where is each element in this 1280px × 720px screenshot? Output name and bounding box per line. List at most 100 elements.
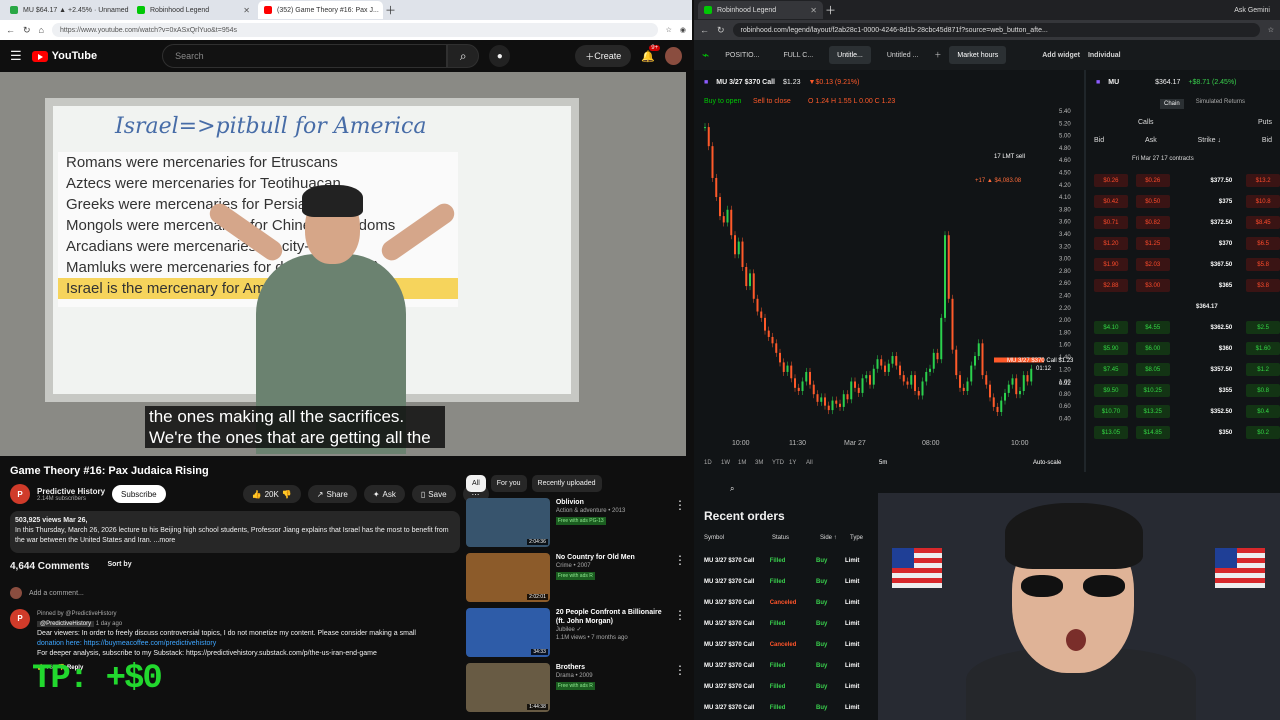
browser-tab-robinhood-right[interactable]: Robinhood Legend ✕ <box>698 1 823 19</box>
new-tab-icon[interactable]: ＋ <box>825 2 836 18</box>
sell-to-close-button[interactable]: Sell to close <box>753 98 791 105</box>
menu-icon[interactable]: ☰ <box>10 48 22 64</box>
option-ask[interactable]: $2.03 <box>1135 258 1170 271</box>
filter-chip-recent[interactable]: Recently uploaded <box>531 475 602 492</box>
recommendation-item[interactable]: 34:33 20 People Confront a Billionaire (f… <box>466 608 686 660</box>
option-ask[interactable]: $13.25 <box>1135 405 1170 418</box>
put-bid[interactable]: $10.8 <box>1246 195 1280 208</box>
order-row[interactable]: MU 3/27 $370 Call Filled Buy Limit <box>704 621 874 627</box>
more-options-icon[interactable]: ⋮ <box>674 553 686 605</box>
account-avatar[interactable] <box>664 47 682 65</box>
search-button[interactable]: ⌕ <box>447 44 480 68</box>
option-bid[interactable]: $1.20 <box>1094 237 1128 250</box>
ask-button[interactable]: ✦ Ask <box>363 485 405 503</box>
order-row[interactable]: MU 3/27 $370 Call Filled Buy Limit <box>704 705 874 711</box>
search-input[interactable]: Search <box>162 44 448 68</box>
option-ask[interactable]: $14.85 <box>1135 426 1170 439</box>
video-thumbnail[interactable]: 2:04:36 <box>466 498 550 547</box>
layout-tab[interactable]: FULL C... <box>775 46 821 64</box>
account-selector[interactable]: Individual <box>1088 52 1121 59</box>
robinhood-logo-icon[interactable]: ⌁ <box>702 48 709 62</box>
option-chain-row[interactable]: $4.10 $4.55 $362.50 $2.5 <box>1086 317 1280 338</box>
option-bid[interactable]: $10.70 <box>1094 405 1128 418</box>
option-bid[interactable]: $1.90 <box>1094 258 1128 271</box>
video-thumbnail[interactable]: 34:33 <box>466 608 550 657</box>
option-chain-row[interactable]: $2.88 $3.00 $365 $3.8 <box>1086 275 1280 296</box>
option-chain-row[interactable]: $0.71 $0.82 $372.50 $8.45 <box>1086 212 1280 233</box>
put-bid[interactable]: $1.2 <box>1246 363 1280 376</box>
option-chain-row[interactable]: $5.90 $6.00 $360 $1.60 <box>1086 338 1280 359</box>
share-button[interactable]: ↗ Share <box>307 485 357 503</box>
market-hours-button[interactable]: Market hours <box>949 46 1007 64</box>
new-tab-icon[interactable]: ＋ <box>385 2 396 18</box>
option-ask[interactable]: $0.82 <box>1135 216 1170 229</box>
option-chain-row[interactable]: $9.50 $10.25 $355 $0.8 <box>1086 380 1280 401</box>
option-chain-row[interactable]: $0.42 $0.50 $375 $10.8 <box>1086 191 1280 212</box>
voice-search-button[interactable]: ● <box>489 45 511 67</box>
put-bid[interactable]: $0.4 <box>1246 405 1280 418</box>
order-row[interactable]: MU 3/27 $370 Call Filled Buy Limit <box>704 579 874 585</box>
order-row[interactable]: MU 3/27 $370 Call Filled Buy Limit <box>704 558 874 564</box>
put-bid[interactable]: $0.8 <box>1246 384 1280 397</box>
option-bid[interactable]: $13.05 <box>1094 426 1128 439</box>
close-tab-icon[interactable]: ✕ <box>810 6 817 15</box>
order-row[interactable]: MU 3/27 $370 Call Canceled Buy Limit <box>704 642 874 648</box>
expiry-row[interactable]: Fri Mar 27 17 contracts <box>1132 156 1280 162</box>
browser-tab-mu[interactable]: MU $64.17 ▲ +2.45% · Unnamed✕ <box>4 1 129 19</box>
close-tab-icon[interactable]: ✕ <box>243 6 250 15</box>
layout-tab[interactable]: Untitled ... <box>879 46 927 64</box>
price-chart[interactable]: 5.40 5.20 5.00 4.80 4.60 4.50 4.20 4.10 3.80 3.60… <box>694 108 1086 478</box>
like-button[interactable]: 👍 20K 👎 <box>242 485 301 503</box>
option-chain-row[interactable]: $1.90 $2.03 $367.50 $5.8 <box>1086 254 1280 275</box>
youtube-logo[interactable]: YouTube <box>31 50 97 62</box>
subscribe-button[interactable]: Subscribe <box>112 485 166 503</box>
ask-gemini-button[interactable]: Ask Gemini <box>1234 7 1270 14</box>
put-bid[interactable]: $1.60 <box>1246 342 1280 355</box>
browser-tab-robinhood[interactable]: Robinhood Legend ✕ <box>131 1 256 19</box>
option-ask[interactable]: $4.55 <box>1135 321 1170 334</box>
put-bid[interactable]: $6.5 <box>1246 237 1280 250</box>
put-bid[interactable]: $0.2 <box>1246 426 1280 439</box>
extension-icon[interactable]: ◉ <box>680 26 686 34</box>
bookmark-icon[interactable]: ☆ <box>1268 26 1274 34</box>
back-icon[interactable]: ← <box>700 25 709 35</box>
put-bid[interactable]: $13.2 <box>1246 174 1280 187</box>
channel-name[interactable]: Predictive History <box>37 487 105 496</box>
create-button[interactable]: ＋ Create <box>575 45 632 67</box>
browser-tab-youtube[interactable]: (352) Game Theory #16: Pax J...✕ <box>258 1 383 19</box>
video-player[interactable]: Israel=>pitbull for America Romans were … <box>0 72 686 456</box>
more-options-icon[interactable]: ⋮ <box>674 663 686 715</box>
more-options-icon[interactable]: ⋮ <box>674 498 686 550</box>
option-ask[interactable]: $6.00 <box>1135 342 1170 355</box>
reload-icon[interactable]: ↻ <box>23 25 31 36</box>
filter-chip-all[interactable]: All <box>466 475 486 492</box>
layout-tab[interactable]: Untitle... <box>829 46 871 64</box>
home-icon[interactable]: ⌂ <box>39 25 44 35</box>
more-options-icon[interactable]: ⋮ <box>674 608 686 660</box>
option-bid[interactable]: $0.42 <box>1094 195 1128 208</box>
url-field[interactable]: https://www.youtube.com/watch?v=0xASxQrl… <box>51 23 658 37</box>
option-ask[interactable]: $0.50 <box>1135 195 1170 208</box>
option-chain-row[interactable]: $10.70 $13.25 $352.50 $0.4 <box>1086 401 1280 422</box>
option-chain-row[interactable]: $7.45 $8.05 $357.50 $1.2 <box>1086 359 1280 380</box>
option-bid[interactable]: $2.88 <box>1094 279 1128 292</box>
put-bid[interactable]: $3.8 <box>1246 279 1280 292</box>
option-bid[interactable]: $5.90 <box>1094 342 1128 355</box>
save-button[interactable]: ▯ Save <box>411 485 456 503</box>
chain-tab[interactable]: Chain <box>1160 99 1184 109</box>
option-chain-row[interactable]: $1.20 $1.25 $370 $6.5 <box>1086 233 1280 254</box>
sort-comments-button[interactable]: Sort by <box>107 561 131 572</box>
search-icon[interactable]: ⌕ <box>730 484 734 494</box>
option-bid[interactable]: $4.10 <box>1094 321 1128 334</box>
put-bid[interactable]: $5.8 <box>1246 258 1280 271</box>
video-thumbnail[interactable]: 1:44:38 <box>466 663 550 712</box>
option-ask[interactable]: $8.05 <box>1135 363 1170 376</box>
option-bid[interactable]: $9.50 <box>1094 384 1128 397</box>
buy-to-open-button[interactable]: Buy to open <box>704 98 741 105</box>
put-bid[interactable]: $2.5 <box>1246 321 1280 334</box>
add-layout-icon[interactable]: ＋ <box>934 50 941 60</box>
option-ask[interactable]: $3.00 <box>1135 279 1170 292</box>
option-bid[interactable]: $0.71 <box>1094 216 1128 229</box>
reload-icon[interactable]: ↻ <box>717 25 725 36</box>
video-thumbnail[interactable]: 2:02:01 <box>466 553 550 602</box>
